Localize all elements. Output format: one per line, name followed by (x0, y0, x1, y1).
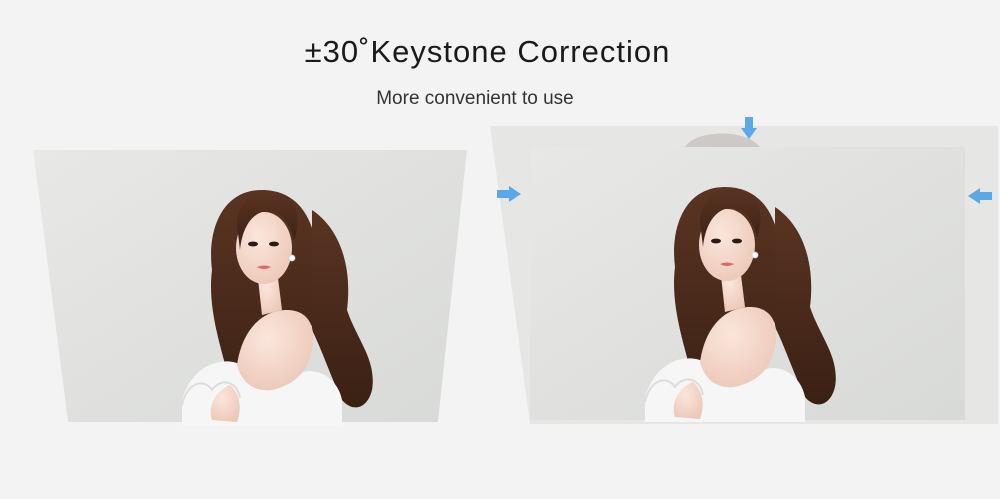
left-projection (0, 150, 480, 426)
keystone-illustration (0, 117, 998, 426)
right-projection (490, 117, 998, 424)
